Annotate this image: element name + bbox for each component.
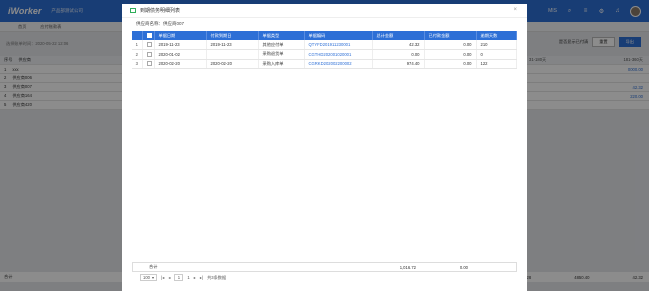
row-checkbox[interactable] — [146, 42, 152, 48]
paid-amount: 0.00 — [424, 49, 477, 60]
doc-date: 2020-01-02 — [154, 49, 207, 60]
col-select-all[interactable] — [142, 31, 155, 40]
chevron-down-icon: ▾ — [152, 275, 155, 280]
summary-paid: 0.00 — [459, 264, 468, 270]
row-checkbox[interactable] — [146, 51, 152, 57]
doc-code-link[interactable]: QTYFD201911230001 — [304, 40, 373, 50]
total-pages: 1 — [187, 275, 190, 280]
row-checkbox-cell[interactable] — [142, 40, 155, 50]
page-size-select[interactable]: 100 ▾ — [140, 274, 158, 281]
total-amount: 42.32 — [372, 40, 425, 50]
doc-type: 采购入库单 — [258, 59, 305, 69]
summary-label: 合计 — [149, 264, 158, 269]
col-doc-type: 单据类型 — [258, 31, 305, 40]
col-overdue: 逾期天数 — [476, 31, 517, 40]
doc-code-link[interactable]: CGRKD202002200002 — [304, 59, 373, 69]
col-total: 总计金额 — [372, 31, 425, 40]
modal-title: 到期债务明细列表 — [140, 8, 181, 14]
due-date: 2019-11-23 — [206, 40, 259, 50]
pagination: 100 ▾ |◂ ◂ 1 1 ▸ ▸| 共3条数据 — [140, 273, 226, 282]
page-input[interactable]: 1 — [174, 274, 184, 281]
overdue-days: 210 — [476, 40, 517, 50]
close-icon[interactable]: × — [513, 7, 517, 13]
doc-date: 2020-02-20 — [154, 59, 207, 69]
row-index: 3 — [132, 59, 143, 69]
select-all-checkbox[interactable] — [146, 33, 152, 39]
col-index — [132, 31, 143, 40]
prev-page-icon[interactable]: ◂ — [168, 275, 170, 280]
table-row[interactable]: 3 2020-02-20 2020-02-20 采购入库单 CGRKD20200… — [132, 59, 517, 69]
detail-table: 单据日期 付款到期日 单据类型 单据编码 总计金额 已付款金额 逾期天数 1 2… — [132, 31, 517, 69]
first-page-icon[interactable]: |◂ — [161, 275, 164, 280]
total-records: 共3条数据 — [207, 274, 227, 280]
doc-type: 其他应付单 — [258, 40, 305, 50]
total-amount: 0.00 — [372, 49, 425, 60]
summary-row: 合计 1,016.72 0.00 — [132, 262, 517, 272]
row-checkbox-cell[interactable] — [142, 59, 155, 69]
col-paid: 已付款金额 — [424, 31, 477, 40]
debt-detail-modal: 到期债务明细列表 × 供应商名称：供应商007 单据日期 付款到期日 单据类型 … — [122, 4, 527, 291]
col-due-date: 付款到期日 — [206, 31, 259, 40]
row-checkbox-cell[interactable] — [142, 49, 155, 60]
table-row[interactable]: 1 2019-11-23 2019-11-23 其他应付单 QTYFD20191… — [132, 40, 517, 50]
row-checkbox[interactable] — [146, 61, 152, 67]
total-amount: 974.40 — [372, 59, 425, 69]
modal-header: 到期债务明细列表 × — [122, 4, 527, 18]
doc-type: 采购退货单 — [258, 49, 305, 60]
supplier-name: 供应商名称：供应商007 — [136, 21, 185, 26]
page-size-value: 100 — [143, 275, 150, 280]
paid-amount: 0.00 — [424, 59, 477, 69]
next-page-icon[interactable]: ▸ — [194, 275, 196, 280]
list-icon — [130, 8, 136, 13]
paid-amount: 0.00 — [424, 40, 477, 50]
row-index: 1 — [132, 40, 143, 50]
col-doc-date: 单据日期 — [154, 31, 207, 40]
doc-date: 2019-11-23 — [154, 40, 207, 50]
overdue-days: 122 — [476, 59, 517, 69]
table-row[interactable]: 2 2020-01-02 采购退货单 CGTHD202001020001 0.0… — [132, 49, 517, 60]
doc-code-link[interactable]: CGTHD202001020001 — [304, 49, 373, 60]
due-date: 2020-02-20 — [206, 59, 259, 69]
overdue-days: 0 — [476, 49, 517, 60]
due-date — [206, 49, 259, 60]
row-index: 2 — [132, 49, 143, 60]
last-page-icon[interactable]: ▸| — [200, 275, 203, 280]
table-header-row: 单据日期 付款到期日 单据类型 单据编码 总计金额 已付款金额 逾期天数 — [132, 31, 517, 40]
summary-total: 1,016.72 — [399, 264, 416, 270]
col-doc-code: 单据编码 — [304, 31, 373, 40]
